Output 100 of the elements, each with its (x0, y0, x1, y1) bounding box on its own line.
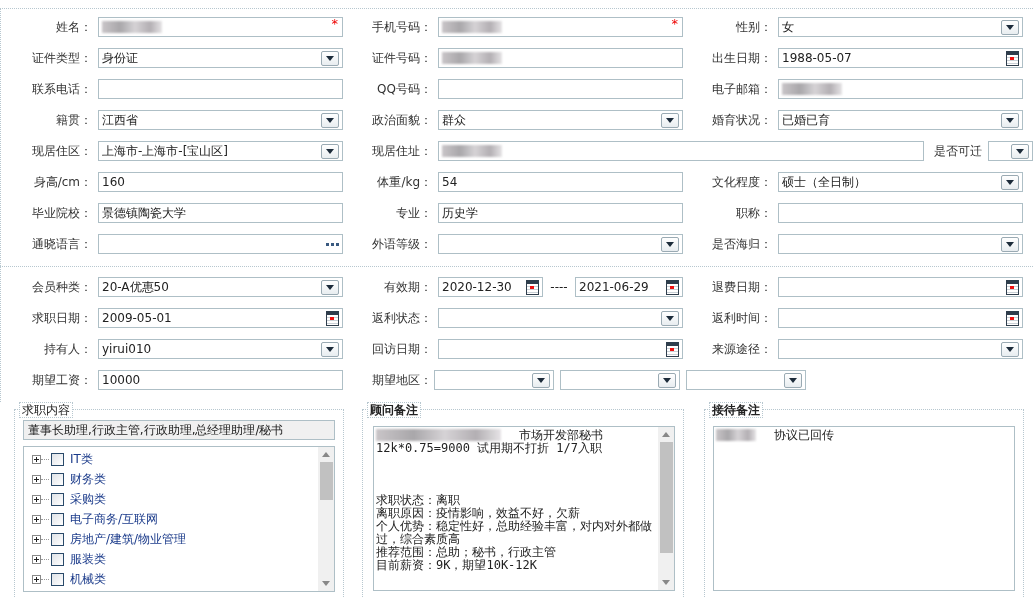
panel-title: 求职内容 (19, 402, 73, 418)
checkbox[interactable] (51, 472, 64, 486)
select-field[interactable] (778, 339, 1023, 359)
field-label: 联系电话： (31, 80, 93, 98)
note-line: 推荐范围：总助；秘书，行政主管 (376, 546, 556, 559)
panel-title: 接待备注 (709, 402, 763, 418)
date-field[interactable]: 2009-05-01 (98, 308, 343, 328)
date-field[interactable]: 2021-06-29 (575, 277, 683, 297)
required-asterisk: * (331, 16, 338, 31)
checkbox[interactable] (51, 552, 64, 566)
field-label: 证件类型： (31, 49, 93, 67)
select-field[interactable]: 已婚已育 (778, 110, 1023, 130)
field-label: 证件号码： (371, 49, 433, 67)
expand-toggle-icon[interactable] (32, 494, 41, 504)
field-label: QQ号码： (376, 80, 433, 98)
checkbox[interactable] (51, 492, 64, 506)
text-field[interactable] (98, 234, 343, 254)
notes-textarea[interactable]: 市场开发部秘书 12k*0.75=9000 试用期不打折 1/7入职 求职状态：离职 离职原因：疫情影响，效益不好，欠薪 个人优势：稳定性好，总助经验丰富，对内对外都做过，综合素质高 推荐范围：总助；秘书，行政主管 目前薪资：9K，期望10K-12K (373, 426, 675, 591)
category-label[interactable]: 服装类 (70, 550, 106, 568)
calendar-icon (666, 279, 679, 295)
select-field[interactable]: 20-A优惠50 (98, 277, 343, 297)
field-label: 退费日期： (711, 278, 773, 296)
date-field[interactable] (438, 339, 683, 359)
select-field[interactable] (560, 370, 680, 390)
select-field[interactable] (778, 234, 1023, 254)
category-label[interactable]: IT类 (70, 450, 93, 468)
select-field[interactable]: 江西省 (98, 110, 343, 130)
expand-toggle-icon[interactable] (32, 554, 41, 564)
field-label: 返利状态： (371, 309, 433, 327)
checkbox[interactable] (51, 452, 64, 466)
expand-toggle-icon[interactable] (32, 454, 41, 464)
expand-toggle-icon[interactable] (32, 574, 41, 584)
select-field[interactable]: 硕士（全日制） (778, 172, 1023, 192)
date-field[interactable]: 2020-12-30 (438, 277, 543, 297)
text-field[interactable]: 54 (438, 172, 683, 192)
field-label: 期望工资： (31, 371, 93, 389)
select-field[interactable]: 女 (778, 17, 1023, 37)
select-field[interactable]: 上海市-上海市-[宝山区] (98, 141, 343, 161)
selected-jobs-field[interactable]: 董事长助理,行政主管,行政助理,总经理助理/秘书 (23, 420, 335, 440)
text-field[interactable] (778, 79, 1023, 99)
field-label: 现居住区： (31, 142, 93, 160)
field-label: 外语等级： (371, 235, 433, 253)
expand-toggle-icon[interactable] (32, 534, 41, 544)
field-label: 来源途径： (711, 340, 773, 358)
category-label[interactable]: 机械类 (70, 570, 106, 588)
category-label[interactable]: 采购类 (70, 490, 106, 508)
field-label: 体重/kg： (376, 173, 433, 191)
text-field[interactable]: 历史学 (438, 203, 683, 223)
field-label: 会员种类： (31, 278, 93, 296)
select-field[interactable]: 身份证 (98, 48, 343, 68)
expand-toggle-icon[interactable] (32, 474, 41, 484)
field-label: 婚育状况： (711, 111, 773, 129)
note-line: 离职原因：疫情影响，效益不好，欠薪 (376, 507, 580, 520)
text-field[interactable] (438, 48, 683, 68)
text-field[interactable] (98, 79, 343, 99)
text-field[interactable] (778, 203, 1023, 223)
select-field[interactable] (988, 141, 1033, 161)
category-label[interactable]: 房地产/建筑/物业管理 (70, 530, 187, 548)
range-separator: ---- (549, 280, 569, 294)
checkbox[interactable] (51, 512, 64, 526)
field-label: 是否海归： (711, 235, 773, 253)
scrollbar[interactable] (658, 427, 674, 590)
field-label: 身高/cm： (32, 173, 93, 191)
checkbox[interactable] (51, 572, 64, 586)
notes-textarea[interactable]: 协议已回传 (713, 426, 1015, 591)
text-field[interactable]: * (438, 17, 683, 37)
text-field[interactable] (438, 141, 924, 161)
note-line: 求职状态：离职 (376, 494, 460, 507)
select-field[interactable] (438, 234, 683, 254)
text-field[interactable]: 10000 (98, 370, 343, 390)
calendar-icon (666, 341, 679, 357)
date-field[interactable] (778, 277, 1023, 297)
field-label: 姓名： (55, 18, 93, 36)
field-label: 职称： (735, 204, 773, 222)
note-line: 市场开发部秘书 (519, 429, 603, 442)
select-field[interactable]: 群众 (438, 110, 683, 130)
calendar-icon (1006, 310, 1019, 326)
select-field[interactable] (686, 370, 806, 390)
calendar-icon (526, 279, 539, 295)
scrollbar[interactable] (318, 447, 334, 591)
category-label[interactable]: 财务类 (70, 470, 106, 488)
date-field[interactable] (778, 308, 1023, 328)
select-field[interactable] (434, 370, 554, 390)
expand-toggle-icon[interactable] (32, 514, 41, 524)
text-field[interactable]: * (98, 17, 343, 37)
select-field[interactable]: yirui010 (98, 339, 343, 359)
field-label: 是否可迁 (933, 142, 983, 160)
field-label: 出生日期： (711, 49, 773, 67)
checkbox[interactable] (51, 532, 64, 546)
select-field[interactable] (438, 308, 683, 328)
field-label: 籍贯： (55, 111, 93, 129)
text-field[interactable] (438, 79, 683, 99)
field-label: 政治面貌： (371, 111, 433, 129)
calendar-icon (326, 310, 339, 326)
date-field[interactable]: 1988-05-07 (778, 48, 1023, 68)
more-dots-icon (326, 242, 339, 246)
required-asterisk: * (671, 16, 678, 31)
category-label[interactable]: 电子商务/互联网 (70, 510, 159, 528)
text-field[interactable]: 160 (98, 172, 343, 192)
text-field[interactable]: 景德镇陶瓷大学 (98, 203, 343, 223)
